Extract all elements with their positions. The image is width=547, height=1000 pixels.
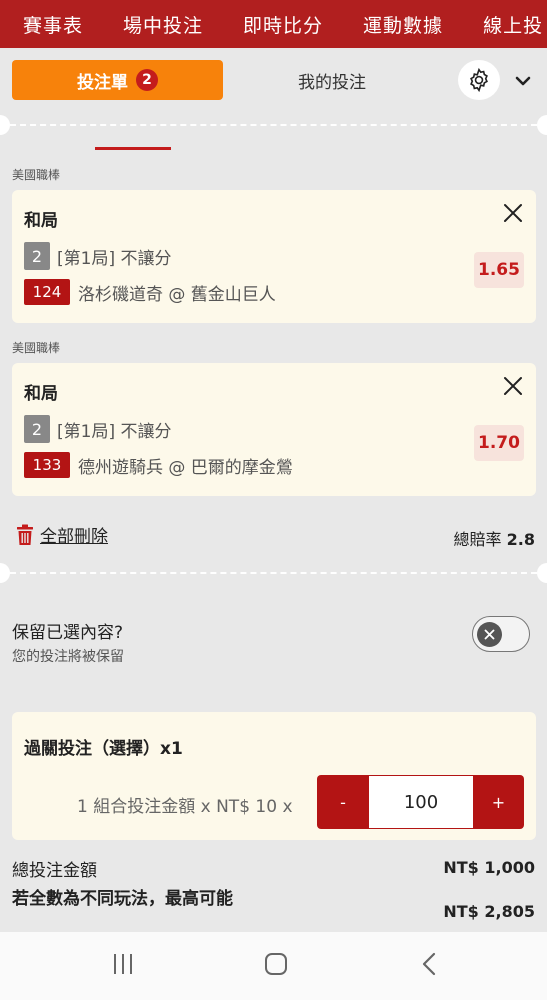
divider-notch-left (0, 563, 10, 583)
recent-apps-icon[interactable] (112, 952, 134, 976)
betslip-count-badge: 2 (136, 69, 158, 91)
dashed-divider (0, 124, 547, 126)
home-icon[interactable] (264, 952, 288, 976)
parlay-title: 過關投注（選擇）x1 (24, 739, 183, 759)
close-icon (484, 629, 495, 640)
bet-card: 和局 2 [第1局] 不讓分 124 洛杉磯道奇 @ 舊金山巨人 1.65 (12, 190, 536, 323)
active-tab-indicator (95, 147, 171, 150)
close-icon[interactable] (502, 202, 524, 224)
event-id-badge: 133 (24, 452, 70, 478)
top-nav: 賽事表 場中投注 即時比分 運動數據 線上投 (0, 0, 547, 48)
keep-selections-toggle[interactable] (472, 616, 530, 652)
tab-betslip-label: 投注單 (77, 72, 128, 93)
event-id-badge: 124 (24, 279, 70, 305)
tab-betslip[interactable]: 投注單 2 (12, 60, 223, 100)
system-nav-bar (0, 932, 547, 1000)
keep-selections-subtitle: 您的投注將被保留 (12, 649, 124, 665)
odds-badge: 1.70 (474, 425, 524, 461)
delete-all-label: 全部刪除 (40, 527, 108, 547)
keep-selections-title: 保留已選內容? (12, 623, 124, 643)
period-badge: 2 (24, 415, 50, 443)
bet-market-row: 2 [第1局] 不讓分 (24, 415, 171, 443)
nav-item-live-betting[interactable]: 場中投注 (123, 11, 203, 38)
stake-stepper: - 100 + (317, 775, 524, 829)
bet-market-row: 2 [第1局] 不讓分 (24, 242, 171, 270)
trash-icon (17, 524, 33, 545)
collapse-button[interactable] (512, 70, 534, 92)
bet-match-row: 133 德州遊騎兵 @ 巴爾的摩金鶯 (24, 452, 293, 478)
total-odds: 總賠率 2.8 (454, 526, 535, 550)
league-label: 美國職棒 (12, 168, 61, 182)
dashed-divider (0, 572, 547, 574)
bet-match: 德州遊騎兵 @ 巴爾的摩金鶯 (78, 457, 293, 478)
bet-market: [第1局] 不讓分 (57, 421, 172, 442)
divider-notch-left (0, 115, 10, 135)
nav-item-online[interactable]: 線上投 (483, 11, 543, 38)
toggle-knob (477, 622, 502, 647)
parlay-card: 過關投注（選擇）x1 1 組合投注金額 x NT$ 10 x - 100 + (12, 712, 536, 840)
bet-match-row: 124 洛杉磯道奇 @ 舊金山巨人 (24, 279, 276, 305)
league-label: 美國職棒 (12, 341, 61, 355)
odds-badge: 1.65 (474, 252, 524, 288)
bet-card: 和局 2 [第1局] 不讓分 133 德州遊騎兵 @ 巴爾的摩金鶯 1.70 (12, 363, 536, 496)
bet-selection: 和局 (24, 384, 58, 404)
betslip-tabs: 投注單 2 我的投注 (0, 48, 547, 118)
delete-all-button[interactable]: 全部刪除 (16, 522, 108, 547)
bet-match: 洛杉磯道奇 @ 舊金山巨人 (78, 284, 276, 305)
nav-item-schedule[interactable]: 賽事表 (23, 11, 83, 38)
period-badge: 2 (24, 242, 50, 270)
nav-item-sports-data[interactable]: 運動數據 (363, 11, 443, 38)
max-payout-label: 若全數為不同玩法，最高可能 (12, 889, 233, 909)
gear-icon (470, 67, 488, 93)
divider-notch-right (537, 563, 547, 583)
bet-selection: 和局 (24, 211, 58, 231)
bet-market: [第1局] 不讓分 (57, 248, 172, 269)
increase-stake-button[interactable]: + (473, 775, 524, 829)
close-icon[interactable] (502, 375, 524, 397)
total-odds-label: 總賠率 (453, 530, 502, 549)
max-payout-value: NT$ 2,805 (443, 902, 535, 921)
parlay-description: 1 組合投注金額 x NT$ 10 x (77, 797, 293, 817)
settings-button[interactable] (458, 60, 500, 100)
total-stake-label: 總投注金額 (12, 861, 97, 881)
total-odds-value: 2.8 (506, 530, 535, 549)
chevron-down-icon (515, 76, 531, 86)
back-icon[interactable] (420, 952, 440, 976)
tab-my-bets[interactable]: 我的投注 (272, 68, 392, 93)
stake-amount-input[interactable]: 100 (369, 776, 473, 828)
decrease-stake-button[interactable]: - (317, 775, 369, 829)
divider-notch-right (537, 115, 547, 135)
total-stake-value: NT$ 1,000 (443, 858, 535, 877)
nav-item-live-scores[interactable]: 即時比分 (243, 11, 323, 38)
